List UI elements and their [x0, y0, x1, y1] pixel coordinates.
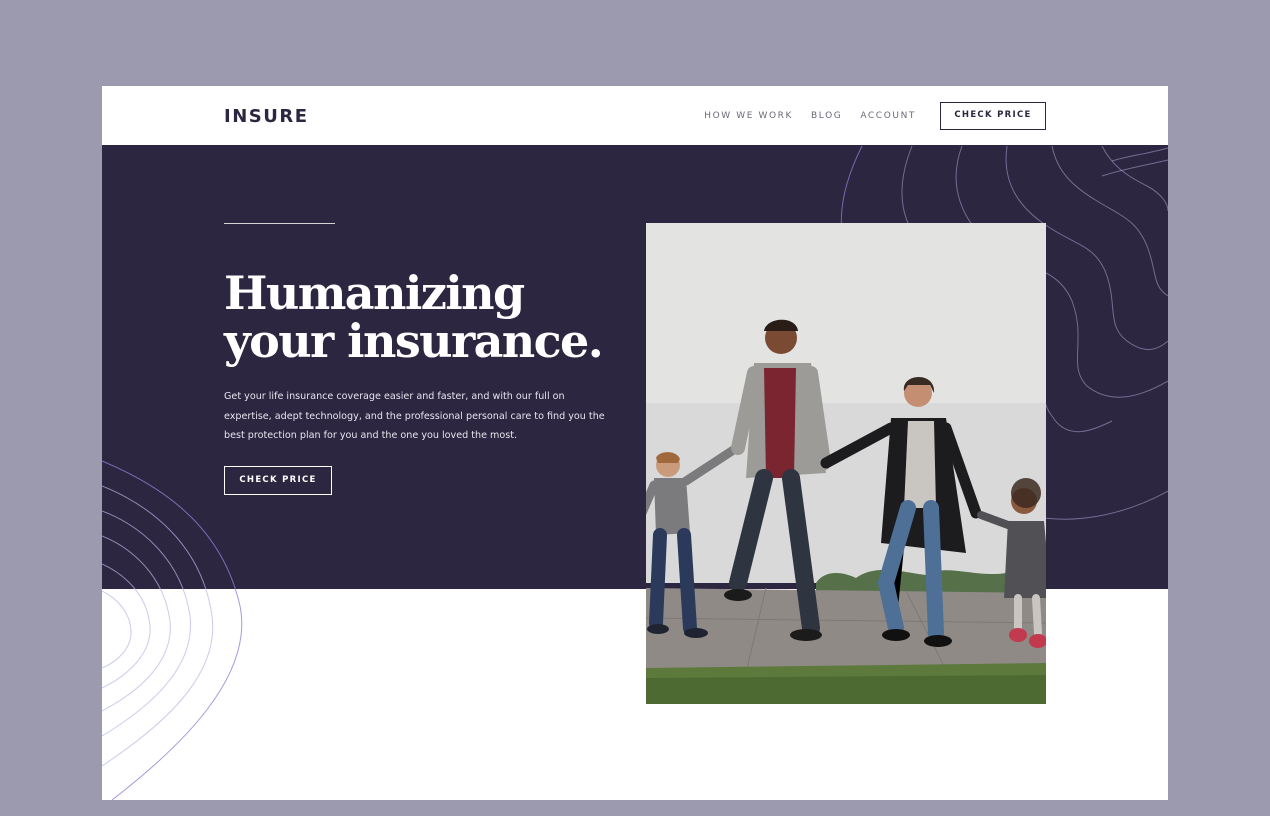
- hero-title-line2: your insurance.: [224, 314, 604, 368]
- hero-description: Get your life insurance coverage easier …: [224, 391, 605, 441]
- landing-page: Humanizing your insurance. Get your life…: [102, 86, 1168, 800]
- nav-account[interactable]: ACCOUNT: [860, 111, 916, 121]
- hero-divider: [224, 223, 335, 224]
- top-navbar: INSURE HOW WE WORK BLOG ACCOUNT CHECK PR…: [102, 86, 1168, 145]
- hero-title-line1: Humanizing: [224, 266, 525, 320]
- nav-how-we-work[interactable]: HOW WE WORK: [704, 111, 793, 121]
- header-check-price-button[interactable]: CHECK PRICE: [940, 102, 1046, 130]
- family-photo: [646, 223, 1046, 704]
- hero-check-price-button[interactable]: CHECK PRICE: [224, 466, 332, 495]
- main-navigation: HOW WE WORK BLOG ACCOUNT CHECK PRICE: [704, 101, 1046, 131]
- nav-blog[interactable]: BLOG: [811, 111, 842, 121]
- brand-logo[interactable]: INSURE: [224, 106, 309, 127]
- hero-title: Humanizing your insurance.: [224, 269, 644, 365]
